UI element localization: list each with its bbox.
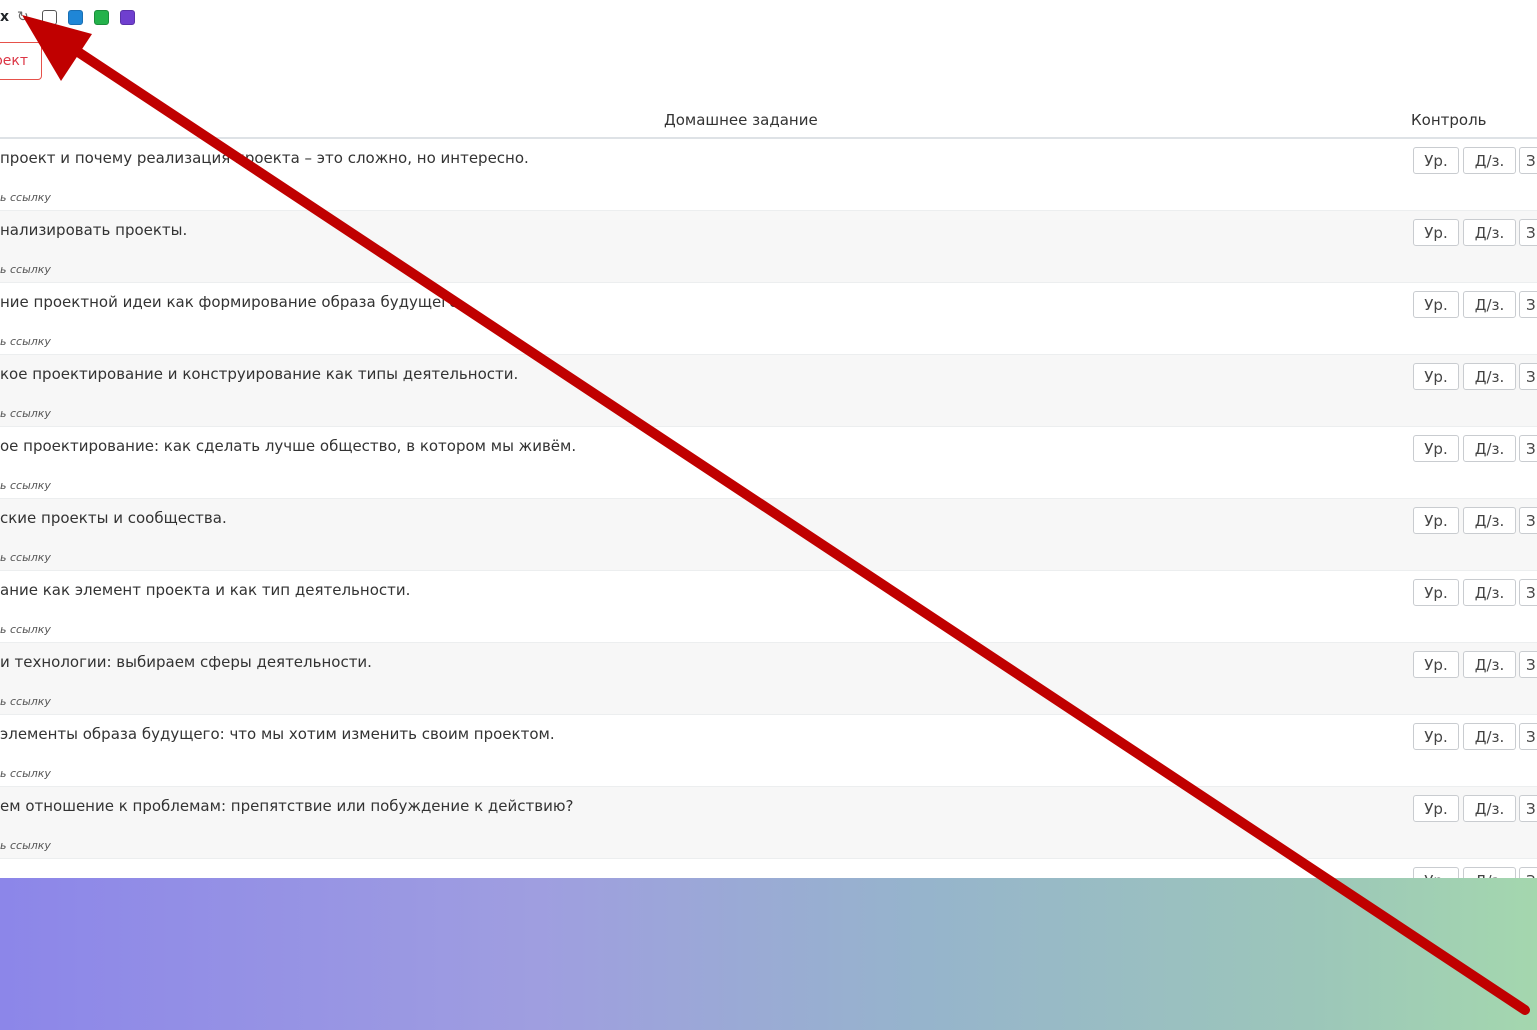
annotation-arrow-icon	[22, 15, 1530, 1015]
